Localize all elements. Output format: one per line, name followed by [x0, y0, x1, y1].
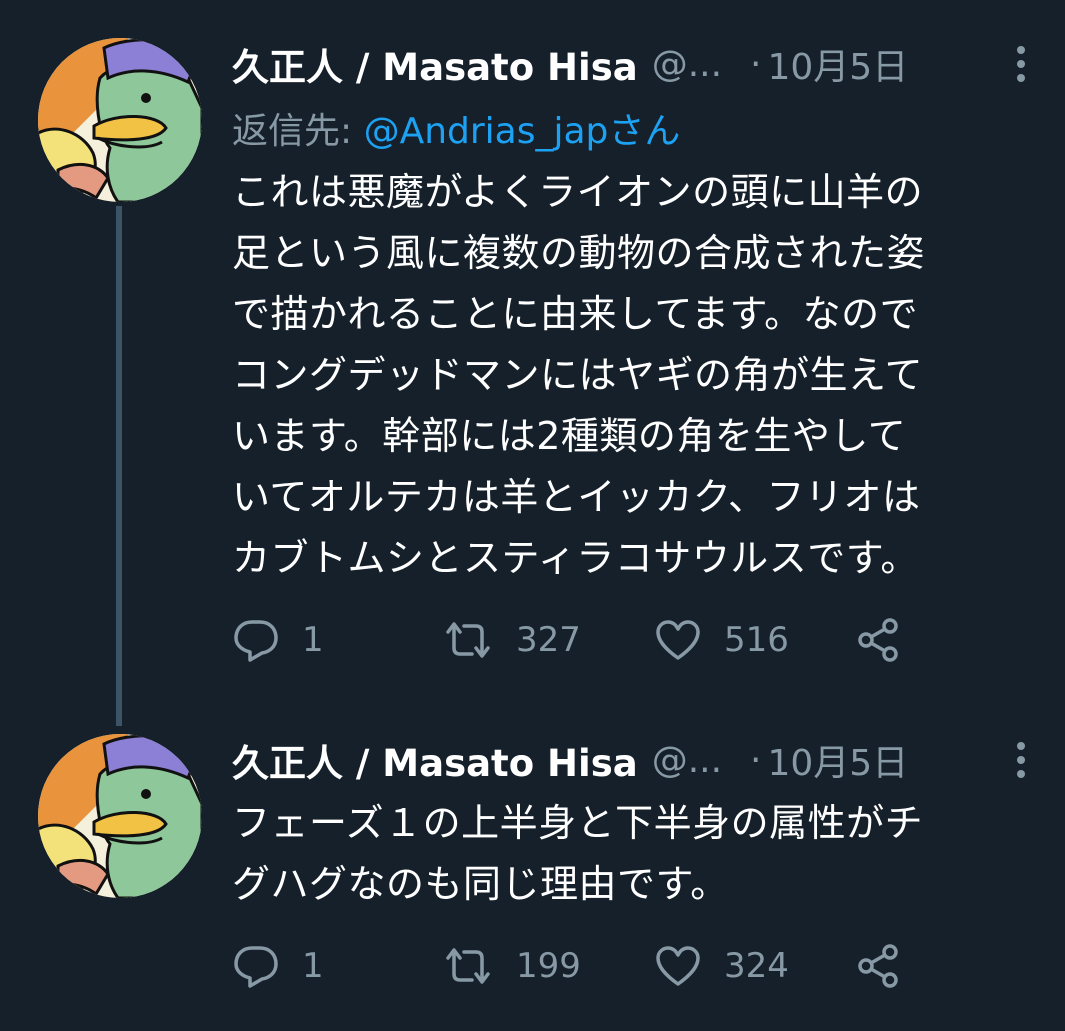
- like-icon: [654, 618, 702, 662]
- like-count: 516: [724, 620, 789, 660]
- share-button[interactable]: [854, 942, 902, 990]
- author-name[interactable]: 久正人 / Masato Hisa: [232, 37, 638, 91]
- reply-count: 1: [302, 946, 324, 986]
- tweet-actions: 1 199 324: [232, 936, 902, 996]
- like-icon: [654, 944, 702, 988]
- author-handle[interactable]: @...: [652, 44, 722, 85]
- like-count: 324: [724, 946, 789, 986]
- retweet-icon: [442, 944, 494, 988]
- share-icon: [854, 942, 902, 990]
- reply-button[interactable]: 1: [232, 618, 442, 662]
- tweet-date[interactable]: 10月5日: [767, 734, 908, 786]
- avatar[interactable]: [38, 38, 202, 202]
- reply-icon: [232, 944, 280, 988]
- like-button[interactable]: 324: [654, 944, 854, 988]
- avatar[interactable]: [38, 734, 202, 898]
- like-button[interactable]: 516: [654, 618, 854, 662]
- thread-line: [116, 206, 122, 726]
- more-vertical-icon[interactable]: [1001, 738, 1041, 782]
- separator: ·: [750, 43, 762, 85]
- retweet-button[interactable]: 199: [442, 944, 654, 988]
- author-handle[interactable]: @...: [652, 740, 722, 781]
- tweet-header: 久正人 / Masato Hisa @... · 10月5日: [232, 34, 1041, 94]
- retweet-icon: [442, 618, 494, 662]
- tweet-text: これは悪魔がよくライオンの頭に山羊の 足という風に複数の動物の合成された姿 で描…: [232, 170, 926, 580]
- tweet-actions: 1 327 516: [232, 610, 902, 670]
- reply-button[interactable]: 1: [232, 944, 442, 988]
- tweet-text: フェーズ１の上半身と下半身の属性がチ グハグなのも同じ理由です。: [232, 801, 924, 906]
- retweet-button[interactable]: 327: [442, 618, 654, 662]
- author-name[interactable]: 久正人 / Masato Hisa: [232, 733, 638, 787]
- reply-to-label: 返信先:: [232, 111, 364, 152]
- separator: ·: [750, 739, 762, 781]
- share-icon: [854, 616, 902, 664]
- more-vertical-icon[interactable]: [1001, 42, 1041, 86]
- share-button[interactable]: [854, 616, 902, 664]
- retweet-count: 327: [516, 620, 581, 660]
- tweet-header: 久正人 / Masato Hisa @... · 10月5日: [232, 730, 1041, 790]
- reply-count: 1: [302, 620, 324, 660]
- retweet-count: 199: [516, 946, 581, 986]
- tweet-date[interactable]: 10月5日: [767, 38, 908, 90]
- reply-icon: [232, 618, 280, 662]
- reply-to: 返信先: @Andrias_japさん: [232, 102, 680, 154]
- reply-to-mention[interactable]: @Andrias_japさん: [364, 111, 681, 152]
